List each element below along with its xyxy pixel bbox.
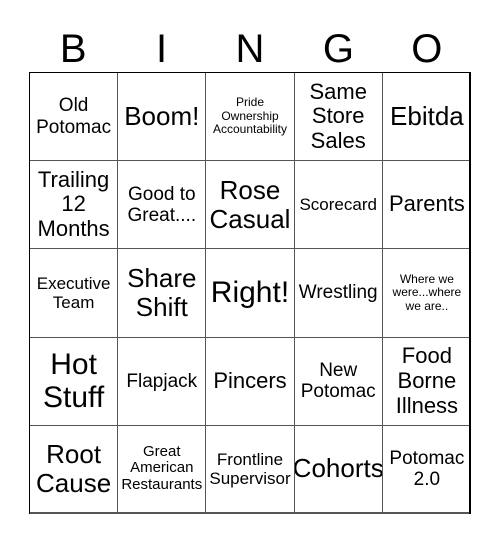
bingo-cell[interactable]: Where we were...where we are.. — [382, 249, 471, 338]
bingo-cell[interactable]: Potomac 2.0 — [382, 426, 471, 514]
bingo-cell[interactable]: Pincers — [206, 337, 295, 426]
bingo-cell[interactable]: Frontline Supervisor — [206, 425, 295, 514]
bingo-cell[interactable]: Executive Team — [30, 249, 119, 338]
bingo-cell[interactable]: Boom! — [118, 73, 207, 162]
bingo-cell[interactable]: Wrestling — [294, 249, 383, 338]
header-letter-i: I — [156, 27, 168, 71]
bingo-cell[interactable]: Hot Stuff — [30, 337, 119, 426]
bingo-cell[interactable]: Flapjack — [118, 337, 207, 426]
bingo-cell[interactable]: Same Store Sales — [294, 73, 383, 162]
bingo-cell[interactable]: Rose Casual — [206, 161, 295, 250]
bingo-grid: Old Potomac Boom! Pride Ownership Accoun… — [29, 72, 471, 514]
bingo-cell[interactable]: Right! — [206, 249, 295, 338]
header-letter-o: O — [411, 27, 443, 71]
bingo-cell[interactable]: Share Shift — [118, 249, 207, 338]
header-letter-n: N — [235, 27, 265, 71]
bingo-cell[interactable]: Ebitda — [382, 73, 471, 162]
bingo-cell[interactable]: Parents — [382, 161, 471, 250]
bingo-cell[interactable]: Root Cause — [30, 425, 119, 514]
bingo-cell[interactable]: New Potomac — [294, 337, 383, 426]
header-letter-b: B — [59, 27, 87, 71]
bingo-cell[interactable]: Great American Restaurants — [118, 425, 207, 514]
bingo-cell[interactable]: Food Borne Illness — [382, 338, 471, 426]
bingo-cell[interactable]: Trailing 12 Months — [30, 161, 119, 250]
bingo-cell[interactable]: Old Potomac — [30, 73, 119, 162]
bingo-cell[interactable]: Scorecard — [294, 161, 383, 250]
bingo-cell[interactable]: Good to Great.... — [118, 161, 207, 250]
bingo-cell[interactable]: Pride Ownership Accountability — [206, 73, 295, 162]
bingo-header: B I N G O — [29, 26, 471, 72]
header-letter-g: G — [322, 27, 354, 71]
bingo-cell[interactable]: Cohorts — [294, 425, 383, 514]
